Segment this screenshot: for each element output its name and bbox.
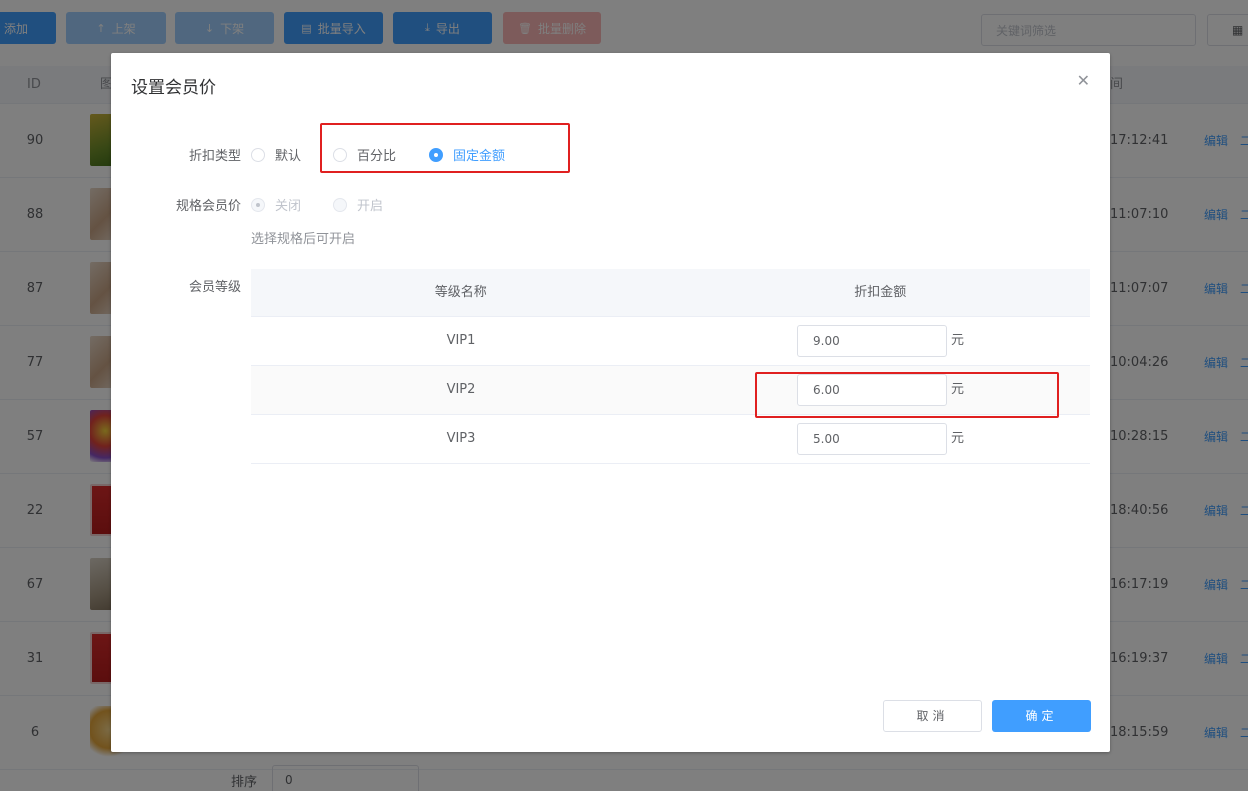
discount-amount-input[interactable]: 5.00 <box>797 423 947 455</box>
currency-unit: 元 <box>951 431 965 446</box>
col-discount-amount: 折扣金额 <box>854 285 907 300</box>
cancel-button[interactable]: 取消 <box>883 700 982 732</box>
radio-checked-icon <box>251 197 265 212</box>
level-name: VIP1 <box>446 333 476 348</box>
radio-spec-off-label: 关闭 <box>275 199 302 214</box>
discount-type-label: 折扣类型 <box>188 149 241 164</box>
member-level-label: 会员等级 <box>188 280 241 295</box>
col-level-name: 等级名称 <box>434 285 487 300</box>
radio-default-label: 默认 <box>275 149 302 164</box>
spec-member-price-label: 规格会员价 <box>175 199 241 214</box>
level-row: VIP3 5.00 元 <box>251 415 1090 464</box>
level-table-header: 等级名称 折扣金额 <box>251 269 1090 317</box>
highlight-annotation <box>755 372 1059 418</box>
currency-unit: 元 <box>951 333 965 348</box>
highlight-annotation <box>320 123 570 173</box>
dialog-title: 设置会员价 <box>131 78 216 98</box>
radio-default[interactable]: 默认 <box>251 145 301 164</box>
confirm-button[interactable]: 确定 <box>992 700 1091 732</box>
level-name: VIP2 <box>446 382 476 397</box>
close-icon[interactable]: ✕ <box>1077 71 1090 90</box>
radio-circle-icon <box>251 147 265 162</box>
radio-circle-icon <box>333 197 347 212</box>
member-level-table: 等级名称 折扣金额 VIP1 9.00 元 VIP2 6.00 元 VIP3 5… <box>251 269 1090 464</box>
member-price-dialog: 设置会员价 ✕ 折扣类型 默认 百分比 固定金额 规格会员价 关闭 开启 选择规… <box>111 53 1110 752</box>
radio-spec-off[interactable]: 关闭 <box>251 195 301 214</box>
discount-amount-input[interactable]: 9.00 <box>797 325 947 357</box>
radio-spec-on[interactable]: 开启 <box>333 195 383 214</box>
spec-hint: 选择规格后可开启 <box>251 232 356 247</box>
level-row: VIP1 9.00 元 <box>251 317 1090 366</box>
level-name: VIP3 <box>446 431 476 446</box>
radio-spec-on-label: 开启 <box>357 199 384 214</box>
